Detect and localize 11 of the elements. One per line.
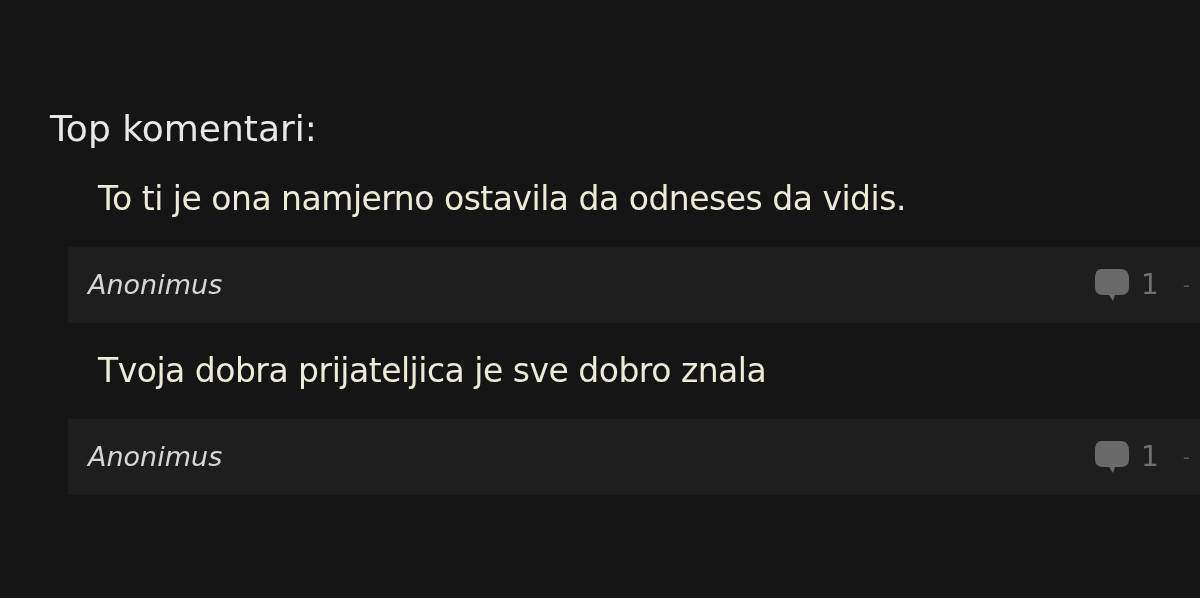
comment-text: To ti je ona namjerno ostavila da odneses da vidis. xyxy=(98,178,906,220)
author-name: Anonimus xyxy=(88,267,223,302)
separator: - xyxy=(1182,444,1190,471)
speech-bubble-icon xyxy=(1092,439,1131,475)
comment-text: Tvoja dobra prijateljica je sve dobro znala xyxy=(98,350,767,392)
author-name: Anonimus xyxy=(88,439,223,474)
reply-count: 1 xyxy=(1140,439,1159,475)
section-heading: Top komentari: xyxy=(50,107,317,151)
speech-bubble-icon xyxy=(1092,267,1131,303)
separator: - xyxy=(1182,272,1190,299)
reply-count: 1 xyxy=(1140,267,1159,303)
